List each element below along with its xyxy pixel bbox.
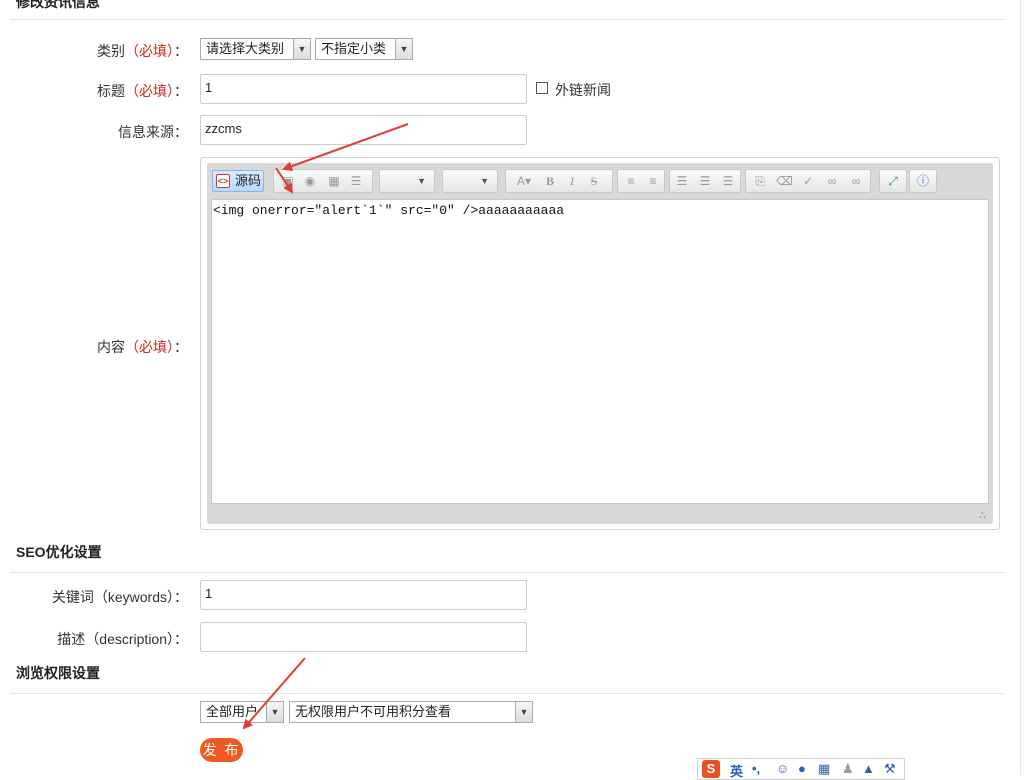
annotation-arrow bbox=[242, 657, 306, 730]
annotation-arrows bbox=[242, 123, 409, 730]
annotation-arrow bbox=[282, 123, 409, 171]
annotation-arrow bbox=[275, 167, 294, 194]
